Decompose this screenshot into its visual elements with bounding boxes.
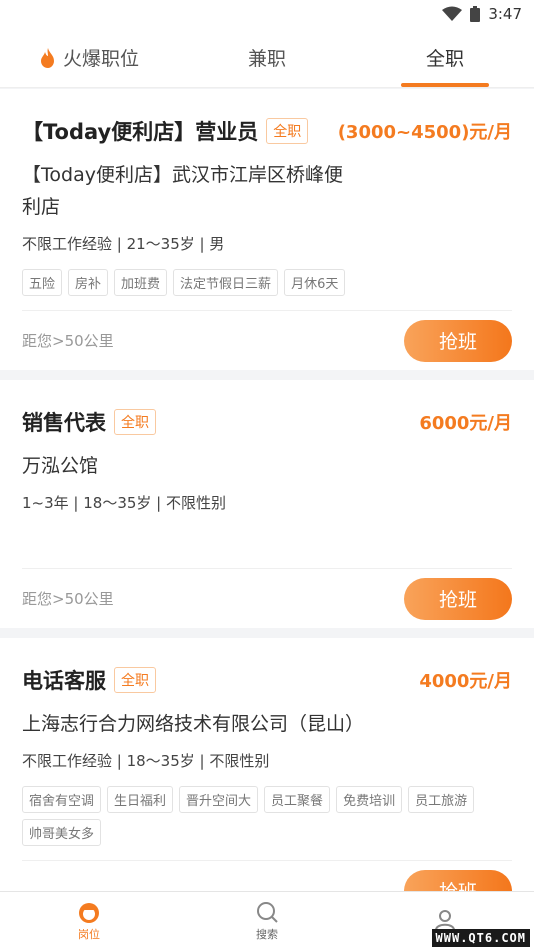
job-salary: 6000元/月 — [419, 413, 512, 434]
battery-icon — [470, 6, 481, 22]
tab-label: 全职 — [425, 48, 464, 70]
job-title: 电话客服 — [22, 669, 106, 693]
job-requirements: 不限工作经验 | 18〜35岁 | 不限性别 — [22, 752, 270, 770]
benefit-tag: 房补 — [68, 269, 109, 296]
watermark-logo: WWW.QT6.COM — [431, 929, 530, 947]
benefit-tag: 晋升空间大 — [179, 786, 259, 813]
grab-shift-button[interactable]: 抢班 — [404, 869, 512, 891]
fire-icon — [40, 47, 54, 68]
distance-text: 距您>50公里 — [22, 590, 114, 608]
company-name: 【Today便利店】武汉市江岸区桥峰便利店 — [22, 164, 343, 218]
benefit-tag: 宿舍有空调 — [22, 786, 102, 813]
profile-icon — [435, 909, 455, 930]
job-title: 【Today便利店】营业员 — [22, 120, 259, 144]
benefit-tags: 宿舍有空调 生日福利 晋升空间大 员工聚餐 免费培训 员工旅游 帅哥美女多 — [22, 786, 512, 846]
status-bar: 3:47 — [0, 0, 534, 28]
grab-shift-button[interactable]: 抢班 — [404, 319, 512, 362]
job-type-badge: 全职 — [114, 409, 156, 435]
tab-hot-jobs[interactable]: 火爆职位 — [0, 28, 178, 87]
job-list[interactable]: 【Today便利店】营业员 全职 (3000~4500)元/月 【Today便利… — [0, 89, 534, 891]
tab-part-time[interactable]: 兼职 — [178, 28, 356, 87]
benefit-tag: 员工聚餐 — [264, 786, 331, 813]
benefit-tag: 免费培训 — [336, 786, 403, 813]
job-salary: (3000~4500)元/月 — [337, 122, 512, 143]
job-type-badge: 全职 — [266, 118, 309, 144]
benefit-tag: 生日福利 — [107, 786, 174, 813]
benefit-tags — [22, 528, 512, 554]
benefit-tag: 五险 — [22, 269, 63, 296]
job-salary: 4000元/月 — [419, 671, 512, 692]
search-icon — [257, 901, 278, 923]
job-icon — [79, 902, 99, 923]
benefit-tags: 五险 房补 加班费 法定节假日三薪 月休6天 — [22, 269, 512, 296]
company-name: 上海志行合力网络技术有限公司（昆山） — [22, 713, 365, 735]
benefit-tag: 加班费 — [114, 269, 168, 296]
benefit-tag: 法定节假日三薪 — [173, 269, 279, 296]
job-card[interactable]: 电话客服 全职 4000元/月 上海志行合力网络技术有限公司（昆山） 不限工作经… — [0, 638, 534, 891]
job-title: 销售代表 — [22, 411, 106, 435]
nav-jobs[interactable]: 岗位 — [0, 892, 178, 949]
nav-label: 岗位 — [78, 927, 100, 941]
category-tabs: 火爆职位 兼职 全职 — [0, 28, 534, 88]
benefit-tag: 月休6天 — [284, 269, 346, 296]
benefit-tag: 帅哥美女多 — [22, 819, 102, 846]
tab-full-time[interactable]: 全职 — [356, 28, 534, 87]
job-type-badge: 全职 — [114, 667, 156, 693]
tab-label: 火爆职位 — [62, 48, 139, 70]
benefit-tag: 员工旅游 — [408, 786, 475, 813]
distance-text: 距您>50公里 — [22, 332, 114, 350]
status-time: 3:47 — [488, 5, 522, 23]
job-requirements: 不限工作经验 | 21〜35岁 | 男 — [22, 235, 225, 253]
wifi-icon — [442, 6, 463, 21]
grab-shift-button[interactable]: 抢班 — [404, 577, 512, 620]
nav-label: 搜索 — [256, 927, 278, 941]
company-name: 万泓公馆 — [22, 455, 99, 477]
tab-label: 兼职 — [247, 48, 286, 70]
job-card[interactable]: 销售代表 全职 6000元/月 万泓公馆 1~3年 | 18〜35岁 | 不限性… — [0, 380, 534, 628]
job-requirements: 1~3年 | 18〜35岁 | 不限性别 — [22, 494, 227, 512]
job-card[interactable]: 【Today便利店】营业员 全职 (3000~4500)元/月 【Today便利… — [0, 89, 534, 370]
nav-search[interactable]: 搜索 — [178, 892, 356, 949]
